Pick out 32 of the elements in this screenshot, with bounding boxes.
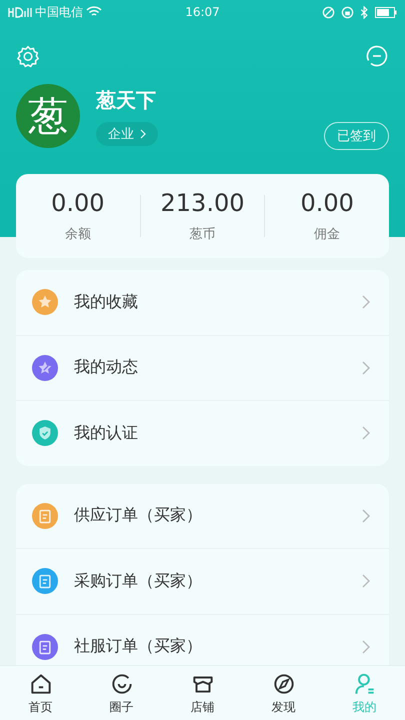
tab-item[interactable]: 圈子 bbox=[81, 666, 162, 720]
wifi-icon bbox=[86, 6, 102, 18]
chevron-icon bbox=[361, 295, 371, 310]
stat-value: 0.00 bbox=[300, 189, 354, 217]
menu-item[interactable]: 供应订单（买家） bbox=[74, 505, 345, 526]
chevron-icon bbox=[361, 508, 371, 523]
avatar-logo: 葱 bbox=[16, 84, 80, 148]
stat-value: 0.00 bbox=[51, 189, 105, 217]
carrier-name: 中国电信 bbox=[35, 4, 83, 20]
menu-item[interactable]: 社服订单（买家） bbox=[74, 636, 345, 658]
stat-value: 213.00 bbox=[160, 189, 244, 217]
status-time: 16:07 bbox=[185, 5, 220, 19]
chevron-icon bbox=[361, 426, 371, 440]
menu-item[interactable]: 我的收藏 bbox=[74, 292, 345, 313]
tab-item[interactable]: 发现 bbox=[243, 666, 324, 720]
menu-item[interactable]: 我的认证 bbox=[74, 422, 345, 444]
battery-icon bbox=[375, 6, 397, 18]
stat-label: 葱币 bbox=[190, 226, 216, 243]
tab-item[interactable]: 店铺 bbox=[162, 666, 243, 720]
chevron-icon bbox=[361, 360, 371, 375]
menu-item[interactable]: 我的动态 bbox=[74, 357, 345, 378]
bluetooth-icon bbox=[360, 6, 369, 18]
tab-item[interactable]: 首页 bbox=[0, 666, 81, 720]
chevron-icon bbox=[361, 640, 371, 654]
user-name: 葱天下 bbox=[96, 86, 156, 114]
menu-item[interactable]: 采购订单（买家） bbox=[74, 570, 345, 592]
message-icon[interactable] bbox=[365, 44, 389, 68]
settings-icon[interactable] bbox=[15, 44, 41, 70]
signal-icon bbox=[8, 6, 32, 18]
stat-label: 余额 bbox=[64, 226, 91, 243]
stat-label: 佣金 bbox=[314, 226, 340, 243]
chevron-icon bbox=[361, 574, 371, 588]
